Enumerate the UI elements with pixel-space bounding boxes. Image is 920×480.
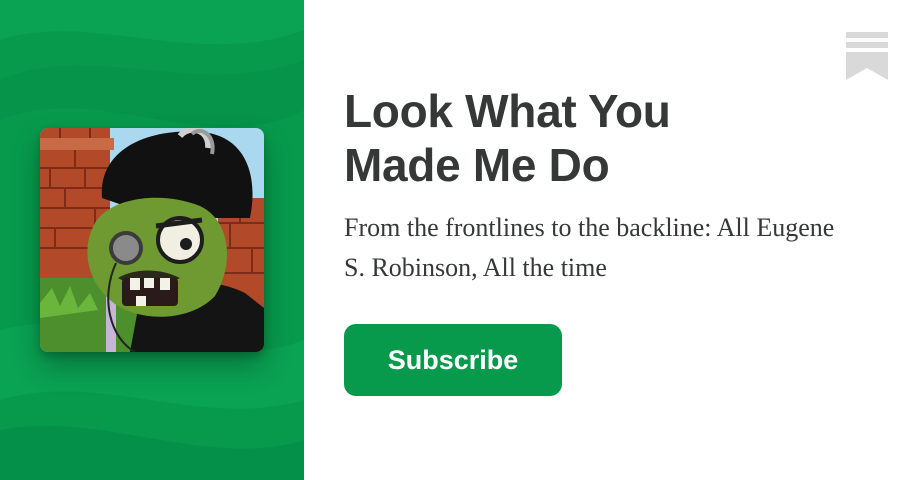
- bookmark-icon[interactable]: [846, 32, 888, 80]
- brand-panel: [0, 0, 304, 480]
- zombie-avatar-icon: [40, 128, 264, 352]
- publication-title: Look What You Made Me Do: [344, 85, 671, 191]
- publication-info: Look What You Made Me Do From the frontl…: [344, 84, 864, 288]
- subscribe-button[interactable]: Subscribe: [344, 324, 562, 396]
- publication-description: From the frontlines to the backline: All…: [344, 213, 835, 282]
- publication-logo[interactable]: [40, 128, 264, 352]
